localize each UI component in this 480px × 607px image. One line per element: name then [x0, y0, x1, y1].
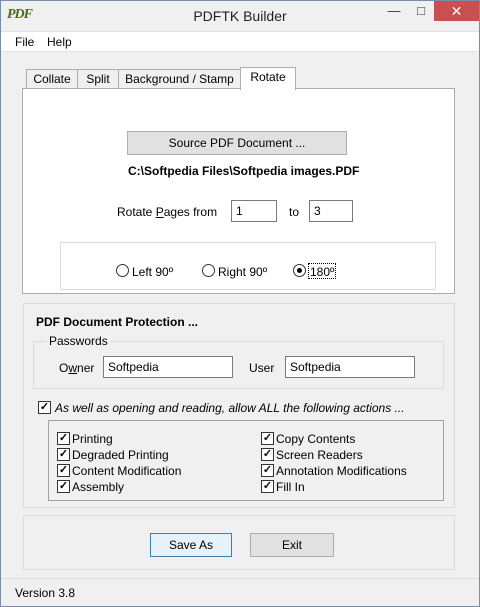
- rotate-panel: Source PDF Document ... C:\Softpedia Fil…: [22, 88, 455, 294]
- fill-in-checkbox[interactable]: ✓: [261, 480, 274, 493]
- minimize-button[interactable]: —: [381, 1, 407, 21]
- screen-readers-label: Screen Readers: [276, 448, 363, 462]
- allow-all-checkbox[interactable]: ✓: [38, 401, 51, 414]
- title-bar: PDF PDFTK Builder — □ ✕: [1, 1, 479, 32]
- tab-split[interactable]: Split: [77, 69, 119, 89]
- app-window: PDF PDFTK Builder — □ ✕ File Help Collat…: [0, 0, 480, 607]
- menu-file[interactable]: File: [15, 35, 34, 49]
- annotation-modifications-checkbox[interactable]: ✓: [261, 464, 274, 477]
- source-pdf-button[interactable]: Source PDF Document ...: [127, 131, 347, 155]
- screen-readers-checkbox[interactable]: ✓: [261, 448, 274, 461]
- rotate-180-label: 180º: [310, 265, 335, 279]
- source-path: C:\Softpedia Files\Softpedia images.PDF: [128, 164, 360, 178]
- maximize-button[interactable]: □: [408, 1, 434, 21]
- annotation-modifications-label: Annotation Modifications: [276, 464, 407, 478]
- protection-group: PDF Document Protection ... Passwords Ow…: [23, 303, 455, 508]
- content-modification-checkbox[interactable]: ✓: [57, 464, 70, 477]
- close-button[interactable]: ✕: [434, 1, 479, 21]
- fill-in-label: Fill In: [276, 480, 305, 494]
- permissions-group: ✓ Printing ✓ Degraded Printing ✓ Content…: [48, 420, 444, 501]
- from-page-input[interactable]: 1: [231, 200, 277, 222]
- right-90-radio[interactable]: [202, 264, 215, 277]
- copy-contents-label: Copy Contents: [276, 432, 356, 446]
- protection-title: PDF Document Protection ...: [36, 315, 199, 329]
- owner-label: Owner: [59, 361, 95, 375]
- rotate-180-radio[interactable]: [293, 264, 306, 277]
- version-label: Version 3.8: [15, 586, 76, 600]
- printing-label: Printing: [72, 432, 113, 446]
- tab-collate[interactable]: Collate: [26, 69, 78, 89]
- degraded-printing-label: Degraded Printing: [72, 448, 169, 462]
- owner-password-input[interactable]: Softpedia: [103, 356, 233, 378]
- menu-help[interactable]: Help: [47, 35, 72, 49]
- rotate-pages-label: Rotate Pages from: [117, 205, 218, 219]
- left-90-radio[interactable]: [116, 264, 129, 277]
- printing-checkbox[interactable]: ✓: [57, 432, 70, 445]
- to-label: to: [289, 205, 300, 219]
- assembly-label: Assembly: [72, 480, 125, 494]
- user-label: User: [249, 361, 275, 375]
- left-90-label: Left 90º: [132, 265, 174, 279]
- passwords-group: Passwords Owner Softpedia User Softpedia: [33, 334, 444, 389]
- tab-rotate[interactable]: Rotate: [240, 67, 296, 90]
- actions-area: Save As Exit: [23, 515, 455, 570]
- degraded-printing-checkbox[interactable]: ✓: [57, 448, 70, 461]
- to-page-input[interactable]: 3: [309, 200, 353, 222]
- rotation-options-group: Left 90º Right 90º 180º: [60, 242, 436, 290]
- tab-background-stamp[interactable]: Background / Stamp: [118, 69, 241, 89]
- copy-contents-checkbox[interactable]: ✓: [261, 432, 274, 445]
- allow-all-label: As well as opening and reading, allow AL…: [55, 401, 405, 415]
- content-modification-label: Content Modification: [72, 464, 182, 478]
- save-as-button[interactable]: Save As: [150, 533, 232, 557]
- passwords-label: Passwords: [47, 334, 110, 348]
- exit-button[interactable]: Exit: [250, 533, 334, 557]
- right-90-label: Right 90º: [218, 265, 268, 279]
- assembly-checkbox[interactable]: ✓: [57, 480, 70, 493]
- status-bar: Version 3.8: [1, 578, 479, 606]
- user-password-input[interactable]: Softpedia: [285, 356, 415, 378]
- menu-bar: File Help: [1, 32, 479, 52]
